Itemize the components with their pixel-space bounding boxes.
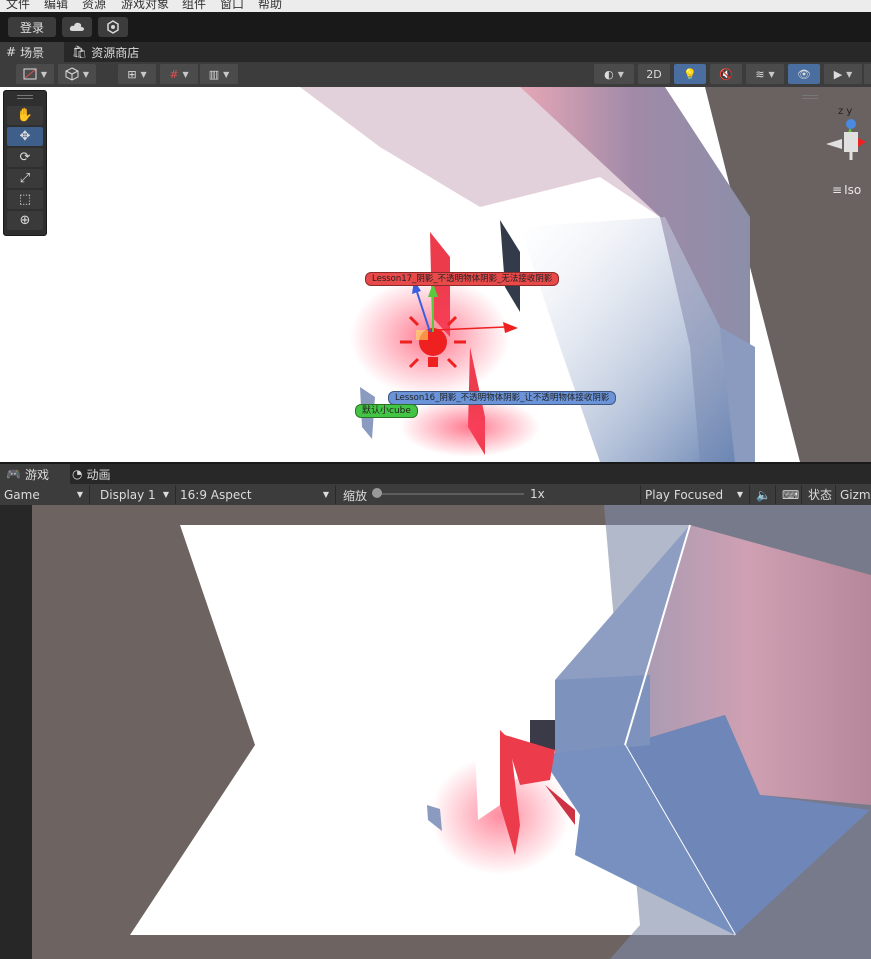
shading-dropdown[interactable]: ▼: [58, 64, 96, 84]
draw-mode-dropdown[interactable]: ▼: [16, 64, 54, 84]
rect-icon: ⬚: [18, 192, 32, 207]
iso-toggle[interactable]: ≡ Iso: [832, 183, 861, 197]
move-icon: ✥: [19, 129, 31, 144]
render-mode-dropdown[interactable]: ◐ ▼: [594, 64, 634, 84]
layers-icon: ≋: [755, 67, 765, 81]
transform-tool-button[interactable]: ⊕: [7, 211, 43, 230]
speaker-icon: 🔈: [756, 487, 771, 502]
mode-2d-button[interactable]: 2D: [638, 64, 670, 84]
tab-scene[interactable]: # 场景: [0, 42, 64, 62]
camera-dropdown[interactable]: ▶ ▼: [824, 64, 862, 84]
stats-button[interactable]: 状态: [804, 485, 836, 504]
rect-tool-button[interactable]: ⬚: [7, 190, 43, 209]
menu-file[interactable]: 文件: [6, 0, 30, 12]
cube-icon: [65, 67, 79, 81]
display-dropdown[interactable]: Display 1 ▼: [96, 485, 176, 504]
game-view-dropdown[interactable]: Game ▼: [0, 485, 90, 504]
scale-slider-track[interactable]: [378, 493, 524, 495]
mute-audio-button[interactable]: 🔈: [752, 485, 776, 504]
scale-slider-handle[interactable]: [372, 488, 382, 498]
store-icon: 🛍: [72, 45, 88, 59]
menu-assets[interactable]: 资源: [82, 0, 106, 12]
mute-icon: 🔇: [719, 67, 733, 81]
menu-gameobject[interactable]: 游戏对象: [121, 0, 169, 12]
game-viewport[interactable]: [0, 505, 871, 959]
grid-dropdown[interactable]: # ▼: [160, 64, 198, 84]
lighting-toggle[interactable]: 💡: [674, 64, 706, 84]
gamepad-icon: 🎮: [6, 467, 21, 481]
play-mode-dropdown[interactable]: Play Focused ▼: [640, 485, 750, 504]
menu-bar: 文件 编辑 资源 游戏对象 组件 窗口 帮助: [0, 0, 871, 12]
gizmos-button[interactable]: Gizmo: [836, 485, 871, 504]
settings-icon: [107, 20, 119, 34]
cloud-button[interactable]: [62, 17, 92, 37]
scale-value: 1x: [530, 487, 545, 501]
object-label-lesson17[interactable]: Lesson17_阴影_不透明物体阴影_无法接收阴影: [365, 272, 560, 286]
audio-toggle[interactable]: 🔇: [710, 64, 742, 84]
rotate-tool-button[interactable]: ⟳: [7, 148, 43, 167]
keyboard-icon: ⌨: [782, 487, 800, 502]
login-button[interactable]: 登录: [8, 17, 56, 37]
menu-help[interactable]: 帮助: [258, 0, 282, 12]
settings-button[interactable]: [98, 17, 128, 37]
move-tool-button[interactable]: ✥: [7, 127, 43, 146]
panel-drag-handle[interactable]: [17, 95, 33, 99]
hidden-eye-icon: 👁: [797, 67, 811, 81]
rotate-icon: ⟳: [19, 150, 31, 165]
game-toolbar: Game ▼ Display 1 ▼ 16:9 Aspect ▼ 缩放 1x Play…: [0, 484, 871, 506]
menu-window[interactable]: 窗口: [220, 0, 244, 12]
visibility-toggle[interactable]: 👁: [788, 64, 820, 84]
object-label-lesson16[interactable]: Lesson16_阴影_不透明物体阴影_让不透明物体接收阴影: [388, 391, 617, 405]
menu-edit[interactable]: 编辑: [44, 0, 68, 12]
menu-component[interactable]: 组件: [182, 0, 206, 12]
clock-icon: ◔: [72, 467, 83, 481]
game-tab-bar: 🎮 游戏 ◔ 动画: [0, 464, 871, 484]
tab-animation[interactable]: ◔ 动画: [66, 464, 117, 484]
scene-toolbar: ▼ ▼ ⊞ ▼ # ▼ ▥ ▼ ◐ ▼ 2D 💡 🔇 ≋ ▼ 👁 ▶ ▼: [0, 62, 871, 88]
shortcuts-button[interactable]: ⌨: [778, 485, 802, 504]
camera-icon: ▶: [833, 67, 843, 81]
gizmo-axes-label: z y: [838, 106, 853, 117]
aspect-dropdown[interactable]: 16:9 Aspect ▼: [176, 485, 336, 504]
ruler-icon: ▥: [208, 67, 220, 81]
scale-tool-button[interactable]: ⤢: [7, 169, 43, 188]
game-render: [32, 505, 871, 959]
hand-icon: ✋: [16, 108, 34, 123]
grid-icon: #: [6, 45, 17, 59]
menu-lines-icon: ≡: [832, 183, 843, 197]
draw-mode-icon: [23, 68, 37, 80]
hand-tool-button[interactable]: ✋: [7, 106, 43, 125]
lightbulb-icon: 💡: [683, 67, 697, 81]
scale-icon: ⤢: [19, 171, 31, 186]
tab-asset-store[interactable]: 🛍 资源商店: [66, 42, 145, 62]
tab-game[interactable]: 🎮 游戏: [0, 464, 70, 484]
increment-dropdown[interactable]: ▥ ▼: [200, 64, 238, 84]
drag-handle[interactable]: [802, 95, 818, 99]
sphere-icon: ◐: [604, 67, 614, 81]
scale-label: 缩放: [343, 489, 368, 503]
object-label-default-cube[interactable]: 默认小cube: [355, 404, 418, 418]
main-toolbar: 登录: [0, 12, 871, 42]
transform-icon: ⊕: [19, 213, 31, 228]
snap-dropdown[interactable]: ⊞ ▼: [118, 64, 156, 84]
grid-snap-icon: #: [169, 67, 179, 81]
tool-panel: ✋ ✥ ⟳ ⤢ ⬚ ⊕: [3, 90, 47, 236]
scene-tab-bar: # 场景 🛍 资源商店: [0, 42, 871, 62]
gizmos-dropdown[interactable]: [864, 64, 871, 84]
cloud-icon: [69, 22, 84, 31]
effects-dropdown[interactable]: ≋ ▼: [746, 64, 784, 84]
snap-icon: ⊞: [127, 67, 137, 81]
